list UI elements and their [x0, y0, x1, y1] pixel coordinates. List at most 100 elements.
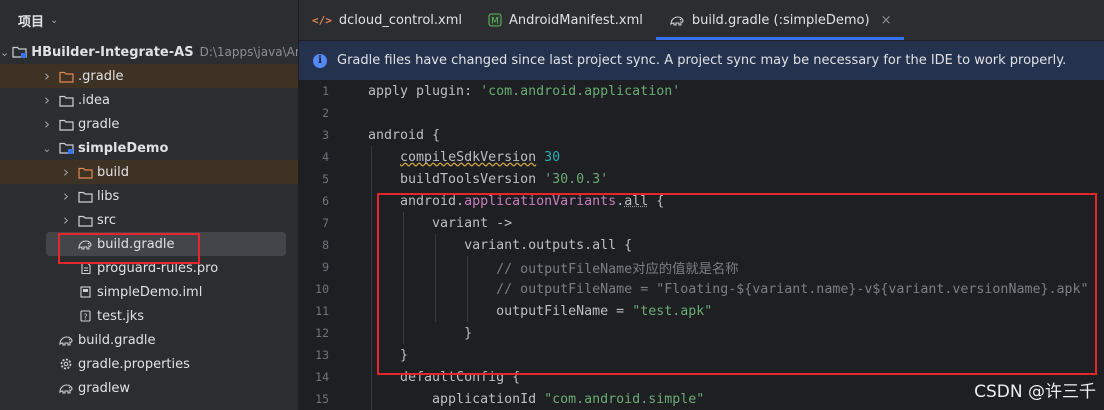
close-icon[interactable]: ×: [881, 13, 892, 28]
editor-tab[interactable]: build.gradle (:simpleDemo) ×: [655, 0, 905, 40]
manifest-file-icon: M: [488, 13, 502, 27]
chevron-right-icon[interactable]: ›: [39, 67, 55, 85]
tree-item[interactable]: ⌄ HBuilder-Integrate-AS D:\1apps\java\Ar: [0, 40, 298, 64]
line-number: 1: [322, 84, 329, 98]
line-number: 11: [315, 304, 329, 318]
banner-text: Gradle files have changed since last pro…: [337, 53, 1067, 68]
editor-tabs: </> dcloud_control.xml M AndroidManifest.xm…: [299, 0, 1104, 41]
chevron-down-icon[interactable]: ⌄: [39, 142, 55, 155]
code-line: 5 buildToolsVersion '30.0.3': [299, 168, 1104, 190]
tree-item[interactable]: › build: [0, 160, 298, 184]
code-line: 1 apply plugin: 'com.android.application…: [299, 80, 1104, 102]
line-number: 14: [315, 370, 329, 384]
tree-item[interactable]: › .gradle: [0, 64, 298, 88]
folder-orange-icon: [58, 68, 74, 84]
tree-item[interactable]: › src: [0, 208, 298, 232]
code-line: 11 outputFileName = "test.apk": [299, 300, 1104, 322]
code-comment: // outputFileName对应的值就是名称: [496, 261, 739, 277]
code-line: 10 // outputFileName = "Floating-${varia…: [299, 278, 1104, 300]
line-number: 9: [322, 260, 329, 274]
line-number: 12: [315, 326, 329, 340]
code-line: 7 variant ->: [299, 212, 1104, 234]
info-icon: i: [313, 53, 327, 68]
line-number: 4: [322, 150, 329, 164]
tree-item[interactable]: ⌄ simpleDemo: [0, 136, 298, 160]
tree-item[interactable]: ›gradlew: [0, 376, 298, 400]
code-line: 6 android.applicationVariants.all {: [299, 190, 1104, 212]
tree-item-label: test.jks: [97, 308, 145, 324]
tree-item-label: .idea: [78, 92, 110, 108]
code-text: buildToolsVersion '30.0.3': [368, 171, 609, 187]
code-text: applicationId "com.android.simple": [368, 391, 705, 407]
line-number: 8: [322, 238, 329, 252]
svg-text:?: ?: [83, 313, 87, 322]
tree-item[interactable]: ›build.gradle: [0, 232, 298, 256]
code-line: 12 }: [299, 322, 1104, 344]
line-number: 15: [315, 392, 329, 406]
keystore-file-icon: ?: [77, 308, 93, 324]
tree-item[interactable]: ›?test.jks: [0, 304, 298, 328]
gradle-elephant-icon: [77, 236, 93, 252]
editor-tab-label: dcloud_control.xml: [338, 12, 462, 28]
tree-item[interactable]: › .idea: [0, 88, 298, 112]
line-number: 3: [322, 128, 329, 142]
line-number: 6: [322, 194, 329, 208]
code-text: }: [368, 347, 409, 363]
code-text: variant ->: [368, 215, 513, 231]
editor-tab[interactable]: M AndroidManifest.xml: [475, 0, 656, 40]
gradle-elephant-icon: [58, 380, 74, 396]
tree-item[interactable]: ›proguard-rules.pro: [0, 256, 298, 280]
folder-icon: [77, 188, 93, 204]
tree-item-label: simpleDemo.iml: [97, 284, 203, 300]
line-number: 7: [322, 216, 329, 230]
tree-item[interactable]: › gradle: [0, 112, 298, 136]
sync-banner: i Gradle files have changed since last p…: [299, 41, 1104, 81]
code-line: 9 // outputFileName对应的值就是名称: [299, 256, 1104, 278]
tree-item[interactable]: ›build.gradle: [0, 328, 298, 352]
project-panel: 项目 ⌄ ⌄ HBuilder-Integrate-AS D:\1apps\java…: [0, 0, 299, 410]
editor-tab-label: AndroidManifest.xml: [509, 12, 643, 28]
module-folder-icon: [12, 44, 27, 60]
tree-item-label: proguard-rules.pro: [97, 260, 219, 276]
code-text: }: [368, 325, 473, 341]
chevron-down-icon[interactable]: ⌄: [50, 15, 58, 26]
tree-item-label: build: [97, 164, 129, 180]
code-text: compileSdkVersion 30: [400, 149, 561, 165]
tree-item[interactable]: ›gradle.properties: [0, 352, 298, 376]
gradle-elephant-icon: [58, 332, 74, 348]
code-text: apply plugin: 'com.android.application': [368, 83, 681, 99]
code-line: 8 variant.outputs.all {: [299, 234, 1104, 256]
tree-item-label: gradle.properties: [78, 356, 190, 372]
editor-area: </> dcloud_control.xml M AndroidManifest.xm…: [299, 0, 1104, 410]
chevron-right-icon[interactable]: ›: [58, 187, 74, 205]
code-line: 2: [299, 102, 1104, 124]
folder-icon: [58, 116, 74, 132]
chevron-right-icon[interactable]: ›: [58, 163, 74, 181]
line-number: 10: [315, 282, 329, 296]
editor-tab[interactable]: </> dcloud_control.xml: [299, 0, 475, 40]
code-text: defaultConfig {: [368, 369, 521, 385]
project-panel-header[interactable]: 项目 ⌄: [0, 0, 298, 40]
tree-item-label: libs: [97, 188, 120, 204]
code-line: 4 compileSdkVersion 30: [299, 146, 1104, 168]
chevron-right-icon[interactable]: ›: [39, 115, 55, 133]
code-text: variant.outputs.all {: [368, 237, 633, 253]
xml-file-icon: </>: [312, 13, 332, 27]
chevron-down-icon[interactable]: ⌄: [0, 46, 9, 59]
iml-file-icon: [77, 284, 93, 300]
project-panel-title: 项目: [18, 14, 45, 30]
code-text: android {: [368, 127, 441, 143]
chevron-right-icon[interactable]: ›: [39, 91, 55, 109]
tree-item[interactable]: ›simpleDemo.iml: [0, 280, 298, 304]
line-number: 5: [322, 172, 329, 186]
gradle-elephant-icon: [669, 14, 685, 27]
chevron-right-icon[interactable]: ›: [58, 211, 74, 229]
module-folder-icon: [58, 140, 74, 156]
tree-item[interactable]: › libs: [0, 184, 298, 208]
code-editor[interactable]: 1 apply plugin: 'com.android.application…: [299, 80, 1104, 410]
code-text: outputFileName = "test.apk": [368, 303, 713, 319]
tree-item-label: gradle: [78, 116, 120, 132]
folder-icon: [58, 92, 74, 108]
line-number: 13: [315, 348, 329, 362]
watermark: CSDN @许三千: [974, 382, 1096, 402]
